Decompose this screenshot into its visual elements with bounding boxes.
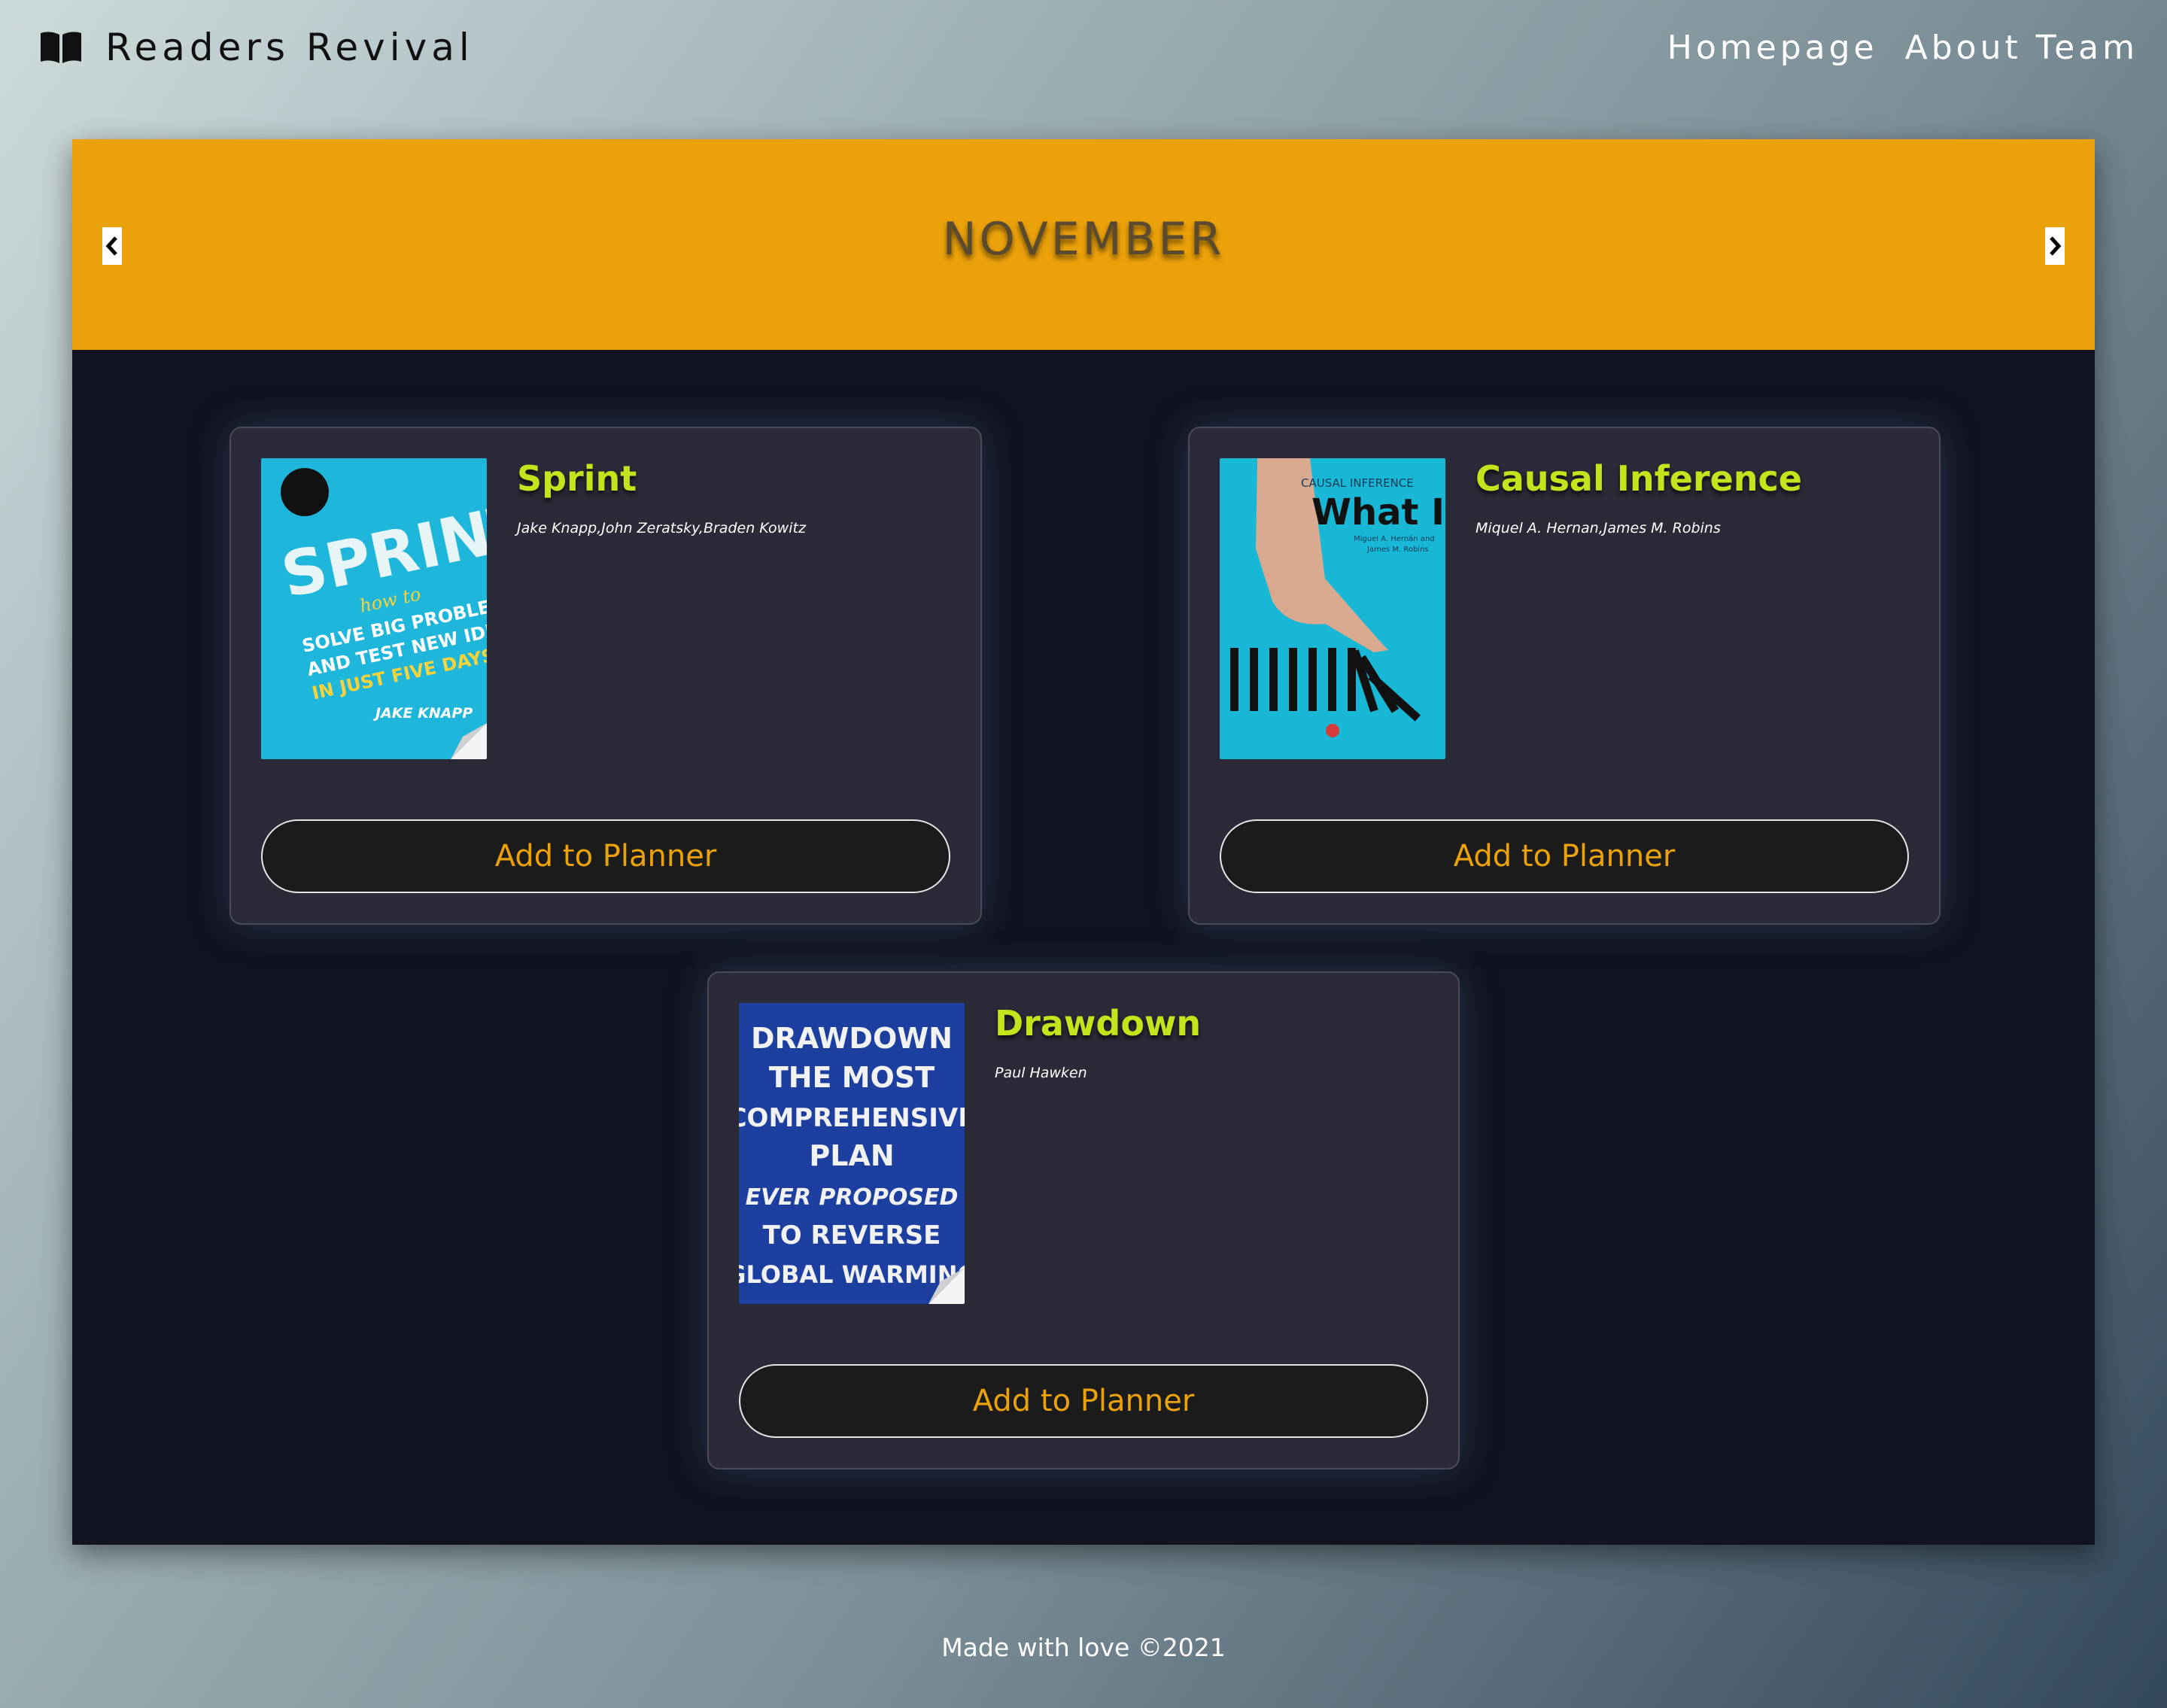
footer-text: Made with love ©2021 <box>941 1633 1226 1662</box>
book-authors: Paul Hawken <box>995 1065 1087 1081</box>
book-cover: SPRINT how to SOLVE BIG PROBLEMS AND TES… <box>261 458 487 759</box>
svg-text:PLAN: PLAN <box>809 1139 894 1172</box>
open-book-icon <box>41 32 81 63</box>
svg-text:James M. Robins: James M. Robins <box>1366 546 1429 554</box>
svg-text:What If: What If <box>1311 491 1445 533</box>
add-to-planner-button[interactable]: Add to Planner <box>1220 819 1909 893</box>
book-cover: CAUSAL INFERENCE What If Miguel A. Herná… <box>1220 458 1445 759</box>
chevron-left-icon <box>105 236 117 256</box>
next-month-button[interactable] <box>2045 227 2065 265</box>
svg-text:TO REVERSE: TO REVERSE <box>763 1220 941 1251</box>
add-to-planner-button[interactable]: Add to Planner <box>739 1364 1428 1438</box>
brand[interactable]: Readers Revival <box>39 23 474 72</box>
book-card: DRAWDOWN THE MOST COMPREHENSIVE PLAN EVE… <box>707 971 1460 1469</box>
book-carousel: NOVEMBER SPRINT how to SOLVE BIG PROBLEM… <box>72 139 2095 1545</box>
causal-inference-cover-image: CAUSAL INFERENCE What If Miguel A. Herná… <box>1220 458 1445 759</box>
svg-text:JAKE KNAPP: JAKE KNAPP <box>372 705 473 722</box>
brand-name: Readers Revival <box>105 26 474 69</box>
add-to-planner-button[interactable]: Add to Planner <box>261 819 950 893</box>
prev-month-button[interactable] <box>102 227 122 265</box>
chevron-right-icon <box>2050 236 2062 256</box>
drawdown-cover-image: DRAWDOWN THE MOST COMPREHENSIVE PLAN EVE… <box>739 1003 965 1304</box>
svg-text:EVER PROPOSED: EVER PROPOSED <box>746 1184 959 1211</box>
sprint-cover-image: SPRINT how to SOLVE BIG PROBLEMS AND TES… <box>261 458 487 759</box>
svg-text:Miguel A. Hernán and: Miguel A. Hernán and <box>1354 534 1435 543</box>
book-card: CAUSAL INFERENCE What If Miguel A. Herná… <box>1188 427 1941 925</box>
month-title: NOVEMBER <box>942 213 1225 266</box>
book-cover: DRAWDOWN THE MOST COMPREHENSIVE PLAN EVE… <box>739 1003 965 1304</box>
svg-text:COMPREHENSIVE: COMPREHENSIVE <box>739 1103 965 1133</box>
month-banner: NOVEMBER <box>72 139 2095 350</box>
svg-text:GLOBAL WARMING: GLOBAL WARMING <box>739 1260 965 1289</box>
book-title: Sprint <box>517 458 637 499</box>
svg-text:THE MOST: THE MOST <box>769 1061 935 1094</box>
nav-homepage-link[interactable]: Homepage <box>1667 29 1878 67</box>
nav-about-team-link[interactable]: About Team <box>1905 29 2138 67</box>
svg-text:DRAWDOWN: DRAWDOWN <box>751 1022 953 1055</box>
book-authors: Miquel A. Hernan,James M. Robins <box>1476 520 1721 536</box>
book-card: SPRINT how to SOLVE BIG PROBLEMS AND TES… <box>229 427 982 925</box>
book-authors: Jake Knapp,John Zeratsky,Braden Kowitz <box>517 520 806 536</box>
book-title: Causal Inference <box>1476 458 1802 499</box>
book-title: Drawdown <box>995 1003 1202 1044</box>
svg-text:CAUSAL INFERENCE: CAUSAL INFERENCE <box>1301 476 1414 490</box>
top-nav: Homepage About Team <box>1667 23 2138 72</box>
